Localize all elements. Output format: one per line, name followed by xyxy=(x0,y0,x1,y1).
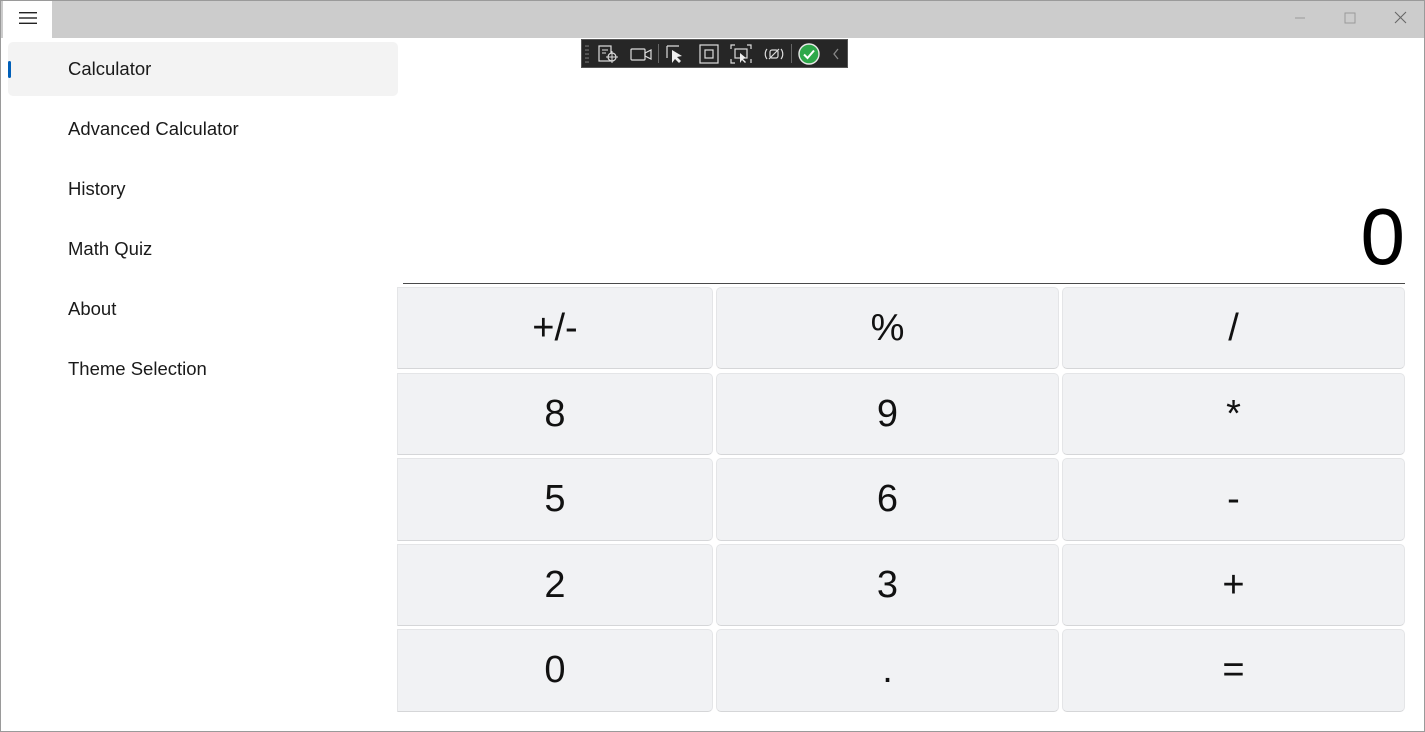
selection-indicator xyxy=(8,61,11,78)
minimize-icon xyxy=(1294,11,1306,29)
digit-3-button[interactable]: 3 xyxy=(716,544,1059,626)
track-focus-icon[interactable] xyxy=(725,40,758,67)
display-value: 0 xyxy=(1360,192,1406,281)
close-icon xyxy=(1394,11,1407,29)
toolbar-grip-icon[interactable] xyxy=(582,40,592,67)
nav-item-label: Theme Selection xyxy=(68,358,207,379)
record-icon[interactable] xyxy=(624,40,657,67)
digit-0-button[interactable]: 0 xyxy=(397,629,713,712)
close-button[interactable] xyxy=(1375,1,1424,38)
calculator-keypad: +/- % / 8 9 * 5 6 - 2 3 + 0 . = xyxy=(397,287,1405,713)
digit-6-button[interactable]: 6 xyxy=(716,458,1059,541)
display-divider xyxy=(403,283,1405,284)
digit-2-button[interactable]: 2 xyxy=(397,544,713,626)
divide-button[interactable]: / xyxy=(1062,287,1405,369)
layout-bounds-icon[interactable] xyxy=(692,40,725,67)
nav-item-advanced-calculator[interactable]: Advanced Calculator xyxy=(8,102,398,156)
toolbar-separator xyxy=(790,44,792,63)
navigation-pane: Calculator Advanced Calculator History M… xyxy=(1,38,401,731)
nav-item-math-quiz[interactable]: Math Quiz xyxy=(8,222,398,276)
binding-failures-icon[interactable] xyxy=(757,40,790,67)
maximize-icon xyxy=(1344,11,1356,29)
negate-button[interactable]: +/- xyxy=(397,287,713,369)
decimal-button[interactable]: . xyxy=(716,629,1059,712)
maximize-button[interactable] xyxy=(1325,1,1375,38)
nav-item-about[interactable]: About xyxy=(8,282,398,336)
nav-item-label: About xyxy=(68,298,117,319)
subtract-button[interactable]: - xyxy=(1062,458,1405,541)
add-button[interactable]: + xyxy=(1062,544,1405,626)
nav-item-calculator[interactable]: Calculator xyxy=(8,42,398,96)
nav-item-label: Advanced Calculator xyxy=(68,118,239,139)
digit-9-button[interactable]: 9 xyxy=(716,373,1059,455)
digit-8-button[interactable]: 8 xyxy=(397,373,713,455)
nav-item-label: Calculator xyxy=(68,58,152,79)
nav-item-label: Math Quiz xyxy=(68,238,153,259)
digit-5-button[interactable]: 5 xyxy=(397,458,713,541)
nav-item-label: History xyxy=(68,178,126,199)
nav-item-theme-selection[interactable]: Theme Selection xyxy=(8,342,398,396)
title-bar[interactable] xyxy=(1,1,1424,39)
nav-item-history[interactable]: History xyxy=(8,162,398,216)
minimize-button[interactable] xyxy=(1275,1,1325,38)
calculator-display: 0 xyxy=(403,71,1406,283)
checkmark-icon[interactable] xyxy=(793,40,826,67)
debug-toolbar xyxy=(581,39,848,68)
percent-button[interactable]: % xyxy=(716,287,1059,369)
hamburger-menu-button[interactable] xyxy=(3,1,52,39)
collapse-chevron-icon[interactable] xyxy=(825,40,847,67)
hamburger-icon xyxy=(18,10,38,31)
app-window: Calculator Advanced Calculator History M… xyxy=(0,0,1425,732)
pointer-select-icon[interactable] xyxy=(660,40,693,67)
equals-button[interactable]: = xyxy=(1062,629,1405,712)
select-element-icon[interactable] xyxy=(592,40,625,67)
toolbar-separator xyxy=(657,44,659,63)
multiply-button[interactable]: * xyxy=(1062,373,1405,455)
